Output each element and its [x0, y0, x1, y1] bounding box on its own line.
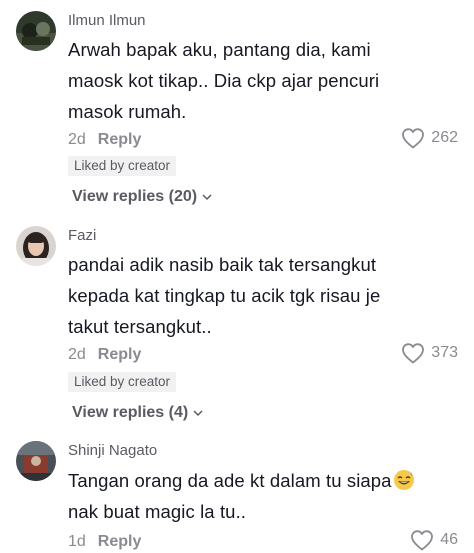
comment-meta: 2d Reply: [68, 345, 141, 365]
heart-outline-icon: [402, 343, 425, 364]
avatar[interactable]: [16, 11, 56, 51]
like-button[interactable]: 46: [410, 529, 458, 551]
reply-button[interactable]: Reply: [98, 130, 142, 150]
comment-text-line: nak buat magic la tu..: [68, 501, 247, 522]
chevron-down-icon: [202, 194, 212, 201]
comment-time: 2d: [68, 131, 86, 148]
comment-item: Ilmun Ilmun Arwah bapak aku, pantang dia…: [0, 0, 474, 215]
comment-username[interactable]: Ilmun Ilmun: [68, 12, 146, 30]
comment-text: pandai adik nasib baik tak tersangkut ke…: [68, 254, 381, 337]
liked-by-creator-badge: Liked by creator: [68, 372, 177, 392]
comment-time: 2d: [68, 346, 86, 363]
liked-by-creator-badge: Liked by creator: [68, 156, 177, 176]
avatar[interactable]: [16, 226, 56, 266]
comment-meta: 1d Reply: [68, 532, 141, 552]
view-replies-label: View replies (20): [72, 188, 198, 205]
comment-item: Fazi pandai adik nasib baik tak tersangk…: [0, 215, 474, 430]
comment-text: Tangan orang da ade kt dalam tu siapa na…: [68, 465, 468, 527]
comment-text-line: Tangan orang da ade kt dalam tu siapa: [68, 470, 392, 491]
comment-time: 1d: [68, 533, 86, 550]
like-count: 373: [431, 344, 458, 361]
like-count: 262: [431, 129, 458, 146]
view-replies-label: View replies (4): [72, 404, 189, 421]
reply-button[interactable]: Reply: [98, 532, 142, 552]
heart-outline-icon: [411, 530, 434, 551]
comment-item: Shinji Nagato Tangan orang da ade kt dal…: [0, 430, 474, 553]
comment-username[interactable]: Shinji Nagato: [68, 442, 157, 460]
heart-outline-icon: [402, 128, 425, 149]
view-replies-button[interactable]: View replies (4): [72, 404, 204, 422]
comment-text: Arwah bapak aku, pantang dia, kami maosk…: [68, 39, 380, 122]
grinning-sweat-emoji-icon: [393, 470, 414, 490]
like-button[interactable]: 262: [401, 127, 458, 149]
view-replies-button[interactable]: View replies (20): [72, 188, 213, 206]
like-count: 46: [440, 531, 458, 548]
avatar[interactable]: [16, 441, 56, 481]
chevron-down-icon: [193, 410, 203, 417]
like-button[interactable]: 373: [401, 342, 458, 364]
comment-meta: 2d Reply: [68, 130, 141, 150]
reply-button[interactable]: Reply: [98, 345, 142, 365]
comment-username[interactable]: Fazi: [68, 227, 96, 245]
